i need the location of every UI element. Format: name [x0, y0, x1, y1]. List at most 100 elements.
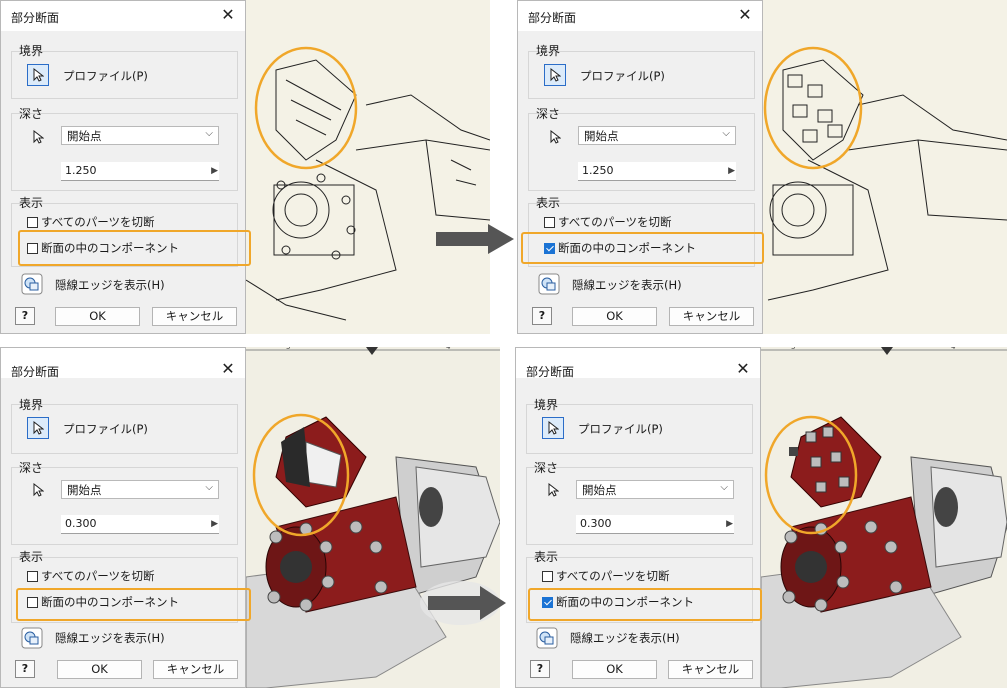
- components-in-section-checkbox[interactable]: [27, 597, 38, 608]
- depth-label: 深さ: [536, 107, 561, 121]
- cut-all-parts-checkbox[interactable]: [544, 217, 555, 228]
- panel-bottom-left: 5 4 部分断面 ✕ 境界 プロファイル(P) 深さ 開始点 ⌵ 0.300 ▶…: [0, 347, 500, 688]
- depth-value-field[interactable]: 0.300 ▶: [61, 515, 219, 534]
- profile-label: プロファイル(P): [578, 422, 663, 436]
- boundary-label: 境界: [19, 44, 44, 58]
- cut-all-parts-label: すべてのパーツを切断: [556, 569, 670, 583]
- hidden-edges-icon[interactable]: [21, 627, 43, 649]
- drawing-canvas: [246, 0, 490, 334]
- dialog-title: 部分断面: [11, 11, 60, 25]
- cancel-button[interactable]: キャンセル: [669, 307, 754, 326]
- hidden-edges-icon[interactable]: [538, 273, 560, 295]
- play-arrow-icon[interactable]: ▶: [211, 519, 218, 529]
- cursor-icon: [548, 483, 559, 497]
- chevron-down-icon: ⌵: [722, 128, 730, 139]
- profile-select-button[interactable]: [27, 417, 49, 439]
- help-button[interactable]: ?: [15, 307, 35, 325]
- depth-value: 0.300: [580, 517, 612, 530]
- components-in-section-checkbox[interactable]: [542, 597, 553, 608]
- ruler-tick-label: 5: [286, 347, 290, 351]
- title-bar: 部分断面 ✕: [1, 1, 245, 31]
- panel-top-left: 部分断面 ✕ 境界 プロファイル(P) 深さ 開始点 ⌵ 1.250 ▶ 表示 …: [0, 0, 490, 334]
- cursor-icon: [550, 68, 561, 82]
- chevron-down-icon: ⌵: [720, 482, 728, 493]
- dialog-title: 部分断面: [526, 365, 575, 379]
- depth-value: 1.250: [582, 164, 614, 177]
- play-arrow-icon[interactable]: ▶: [728, 166, 735, 176]
- title-bar: 部分断面 ✕: [518, 1, 762, 31]
- ruler-tick-label: 4: [446, 347, 451, 351]
- depth-dropdown[interactable]: 開始点 ⌵: [61, 126, 219, 145]
- close-button[interactable]: ✕: [219, 6, 237, 24]
- dialog-title: 部分断面: [528, 11, 577, 25]
- cut-all-parts-checkbox[interactable]: [27, 217, 38, 228]
- close-button[interactable]: ✕: [736, 6, 754, 24]
- components-in-section-checkbox[interactable]: [544, 243, 555, 254]
- cut-all-parts-label: すべてのパーツを切断: [41, 569, 155, 583]
- depth-dropdown[interactable]: 開始点 ⌵: [578, 126, 736, 145]
- cancel-button[interactable]: キャンセル: [153, 660, 238, 679]
- depth-dropdown[interactable]: 開始点 ⌵: [61, 480, 219, 499]
- ruler-tick-label: 5: [791, 347, 795, 351]
- cut-all-parts-checkbox[interactable]: [27, 571, 38, 582]
- cut-all-parts-checkbox[interactable]: [542, 571, 553, 582]
- partial-section-dialog: 部分断面 ✕ 境界 プロファイル(P) 深さ 開始点 ⌵ 1.250 ▶ 表示 …: [517, 0, 764, 334]
- depth-select-button[interactable]: [544, 126, 566, 148]
- profile-label: プロファイル(P): [580, 69, 665, 83]
- hidden-edges-label: 隠線エッジを表示(H): [55, 278, 165, 292]
- cursor-icon: [33, 130, 44, 144]
- hidden-edges-icon[interactable]: [21, 273, 43, 295]
- boundary-label: 境界: [536, 44, 561, 58]
- play-arrow-icon[interactable]: ▶: [726, 519, 733, 529]
- partial-section-dialog: 部分断面 ✕ 境界 プロファイル(P) 深さ 開始点 ⌵ 0.300 ▶ 表示 …: [515, 347, 762, 688]
- depth-value: 1.250: [65, 164, 97, 177]
- components-in-section-label: 断面の中のコンポーネント: [558, 241, 696, 255]
- depth-select-button[interactable]: [27, 479, 49, 501]
- depth-dropdown-value: 開始点: [67, 129, 102, 143]
- depth-value: 0.300: [65, 517, 97, 530]
- depth-select-button[interactable]: [542, 479, 564, 501]
- profile-select-button[interactable]: [27, 64, 49, 86]
- shaded-model: 5 4: [761, 347, 1007, 688]
- hidden-edges-icon[interactable]: [536, 627, 558, 649]
- help-button[interactable]: ?: [15, 660, 35, 678]
- profile-select-button[interactable]: [544, 64, 566, 86]
- arrow-right-icon: [420, 581, 506, 625]
- display-label: 表示: [19, 550, 44, 564]
- depth-select-button[interactable]: [27, 126, 49, 148]
- profile-select-button[interactable]: [542, 417, 564, 439]
- boundary-label: 境界: [19, 398, 44, 412]
- depth-dropdown[interactable]: 開始点 ⌵: [576, 480, 734, 499]
- components-in-section-checkbox[interactable]: [27, 243, 38, 254]
- ok-button[interactable]: OK: [572, 660, 657, 679]
- line-drawing: [763, 46, 1007, 301]
- help-button[interactable]: ?: [530, 660, 550, 678]
- depth-value-field[interactable]: 0.300 ▶: [576, 515, 734, 534]
- line-drawing: [246, 46, 490, 321]
- title-bar: 部分断面 ✕: [1, 348, 245, 379]
- profile-label: プロファイル(P): [63, 422, 148, 436]
- cancel-button[interactable]: キャンセル: [668, 660, 753, 679]
- cancel-button[interactable]: キャンセル: [152, 307, 237, 326]
- cursor-icon: [33, 68, 44, 82]
- title-bar: 部分断面 ✕: [516, 348, 760, 379]
- close-button[interactable]: ✕: [734, 360, 752, 378]
- components-in-section-label: 断面の中のコンポーネント: [41, 241, 179, 255]
- help-button[interactable]: ?: [532, 307, 552, 325]
- depth-label: 深さ: [534, 461, 559, 475]
- components-in-section-label: 断面の中のコンポーネント: [556, 595, 694, 609]
- ok-button[interactable]: OK: [55, 307, 140, 326]
- cursor-icon: [33, 483, 44, 497]
- display-label: 表示: [536, 196, 561, 210]
- depth-dropdown-value: 開始点: [584, 129, 619, 143]
- partial-section-dialog: 部分断面 ✕ 境界 プロファイル(P) 深さ 開始点 ⌵ 0.300 ▶ 表示 …: [0, 347, 251, 688]
- partial-section-dialog: 部分断面 ✕ 境界 プロファイル(P) 深さ 開始点 ⌵ 1.250 ▶ 表示 …: [0, 0, 251, 334]
- ok-button[interactable]: OK: [572, 307, 657, 326]
- depth-value-field[interactable]: 1.250 ▶: [61, 162, 219, 181]
- ok-button[interactable]: OK: [57, 660, 142, 679]
- close-button[interactable]: ✕: [219, 360, 237, 378]
- profile-label: プロファイル(P): [63, 69, 148, 83]
- play-arrow-icon[interactable]: ▶: [211, 166, 218, 176]
- depth-value-field[interactable]: 1.250 ▶: [578, 162, 736, 181]
- cursor-icon: [33, 421, 44, 435]
